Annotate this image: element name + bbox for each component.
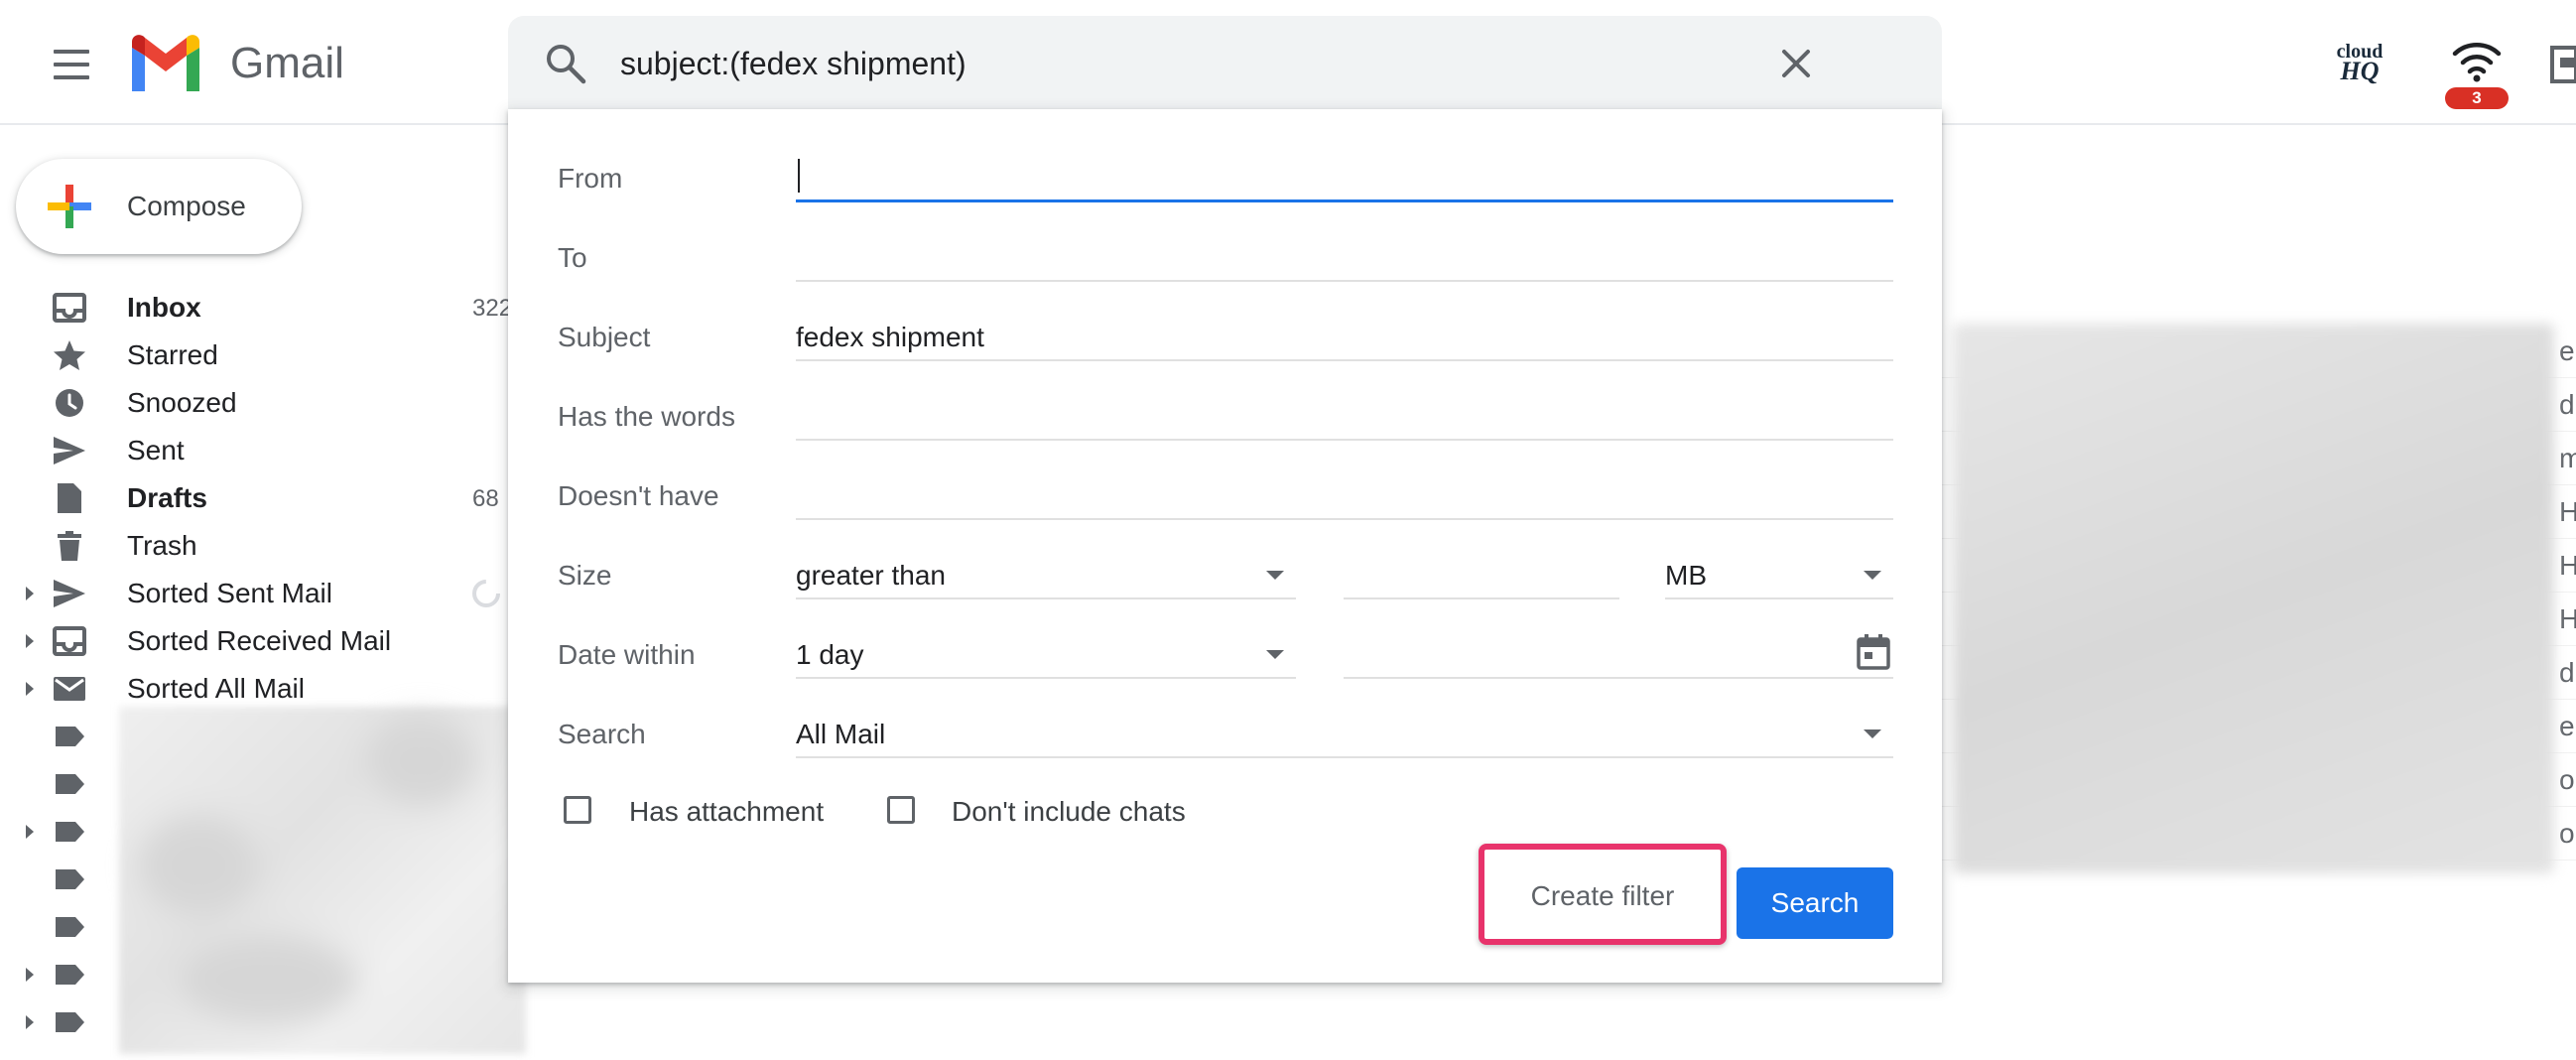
expand-arrow-icon[interactable] [26,682,34,696]
search-input[interactable]: subject:(fedex shipment) [620,44,966,83]
search-button[interactable]: Search [1737,867,1893,939]
blurred-label-list [119,707,526,1054]
label-icon [56,727,84,746]
sidebar-item-inbox[interactable]: Inbox 322 [0,284,513,331]
doesnt-have-field[interactable] [796,466,1893,520]
send-icon [54,580,85,607]
expand-arrow-icon[interactable] [26,1015,34,1029]
to-label: To [558,242,587,273]
blurred-message-content [1953,324,2554,873]
label-icon [56,965,84,985]
gmail-logo-icon[interactable] [127,34,204,93]
to-row: To [508,224,1942,288]
size-operator-select[interactable]: greater than [796,546,1296,599]
date-within-label: Date within [558,639,696,670]
sidebar-item-sorted-sent-mail[interactable]: Sorted Sent Mail [0,570,511,617]
sidebar-item-sent[interactable]: Sent [0,427,511,474]
clock-icon [56,389,83,417]
calendar-icon[interactable] [1856,633,1891,671]
draft-icon [58,483,81,513]
date-within-row: Date within 1 day [508,621,1942,685]
date-within-select[interactable]: 1 day [796,625,1296,679]
cloudhq-logo[interactable]: cloud HQ [2330,42,2389,84]
label-icon [56,917,84,937]
has-attachment-label[interactable]: Has attachment [629,794,824,830]
unread-count: 322 [472,295,513,322]
notification-badge: 3 [2445,87,2509,109]
search-scope-select[interactable]: All Mail [796,705,1893,758]
label-icon [56,1012,84,1032]
has-attachment-checkbox[interactable] [564,796,591,824]
compose-button[interactable]: Compose [16,159,302,254]
star-icon [54,340,85,370]
size-label: Size [558,560,612,591]
label-icon [56,869,84,889]
loading-spinner-icon [472,580,500,607]
subject-row: Subject fedex shipment [508,304,1942,367]
draft-count: 68 [472,485,499,512]
date-input[interactable] [1344,625,1893,679]
size-value-input[interactable] [1344,546,1619,599]
has-words-field[interactable] [796,387,1893,441]
wifi-icon[interactable] [2451,40,2503,83]
to-field[interactable] [796,228,1893,282]
expand-arrow-icon[interactable] [26,825,34,839]
mail-icon [54,677,85,701]
search-icon[interactable] [544,42,587,85]
close-icon[interactable] [1776,44,1816,83]
subject-field[interactable]: fedex shipment [796,308,1893,361]
search-scope-label: Search [558,719,646,749]
compose-label: Compose [127,191,246,221]
has-words-row: Has the words [508,383,1942,447]
inbox-icon [53,626,86,656]
expand-arrow-icon[interactable] [26,587,34,600]
label-icon [56,774,84,794]
has-words-label: Has the words [558,401,735,432]
dropdown-arrow-icon [1864,571,1881,580]
size-unit-select[interactable]: MB [1665,546,1893,599]
sidebar-item-sorted-all-mail[interactable]: Sorted All Mail [0,665,511,713]
search-options-dialog: From To Subject fedex shipment Has the w… [508,109,1942,983]
sidebar-item-snoozed[interactable]: Snoozed [0,379,511,427]
sidebar-item-drafts[interactable]: Drafts 68 [0,474,511,522]
expand-arrow-icon[interactable] [26,968,34,982]
create-filter-button[interactable]: Create filter [1479,844,1727,945]
search-scope-row: Search All Mail [508,701,1942,764]
trash-icon [58,531,81,561]
sidebar-item-sorted-received-mail[interactable]: Sorted Received Mail [0,617,511,665]
dont-include-chats-checkbox[interactable] [887,796,915,824]
label-icon [56,822,84,842]
dropdown-arrow-icon [1266,571,1284,580]
sidebar-item-starred[interactable]: Starred [0,331,511,379]
from-field[interactable] [796,149,1893,202]
from-row: From [508,145,1942,208]
dropdown-arrow-icon [1864,729,1881,738]
size-row: Size greater than MB [508,542,1942,605]
dont-include-chats-label[interactable]: Don't include chats [952,794,1186,830]
dropdown-arrow-icon [1266,650,1284,659]
gmail-wordmark: Gmail [230,39,344,87]
subject-label: Subject [558,322,651,352]
sidebar-item-trash[interactable]: Trash [0,522,511,570]
expand-arrow-icon[interactable] [26,634,34,648]
inbox-icon [53,293,86,323]
doesnt-have-row: Doesn't have [508,463,1942,526]
plus-icon [48,185,91,228]
text-cursor [798,159,800,193]
apps-icon[interactable] [2550,44,2576,83]
main-menu-icon[interactable] [46,40,95,89]
from-label: From [558,163,623,194]
send-icon [54,437,85,464]
doesnt-have-label: Doesn't have [558,480,719,511]
